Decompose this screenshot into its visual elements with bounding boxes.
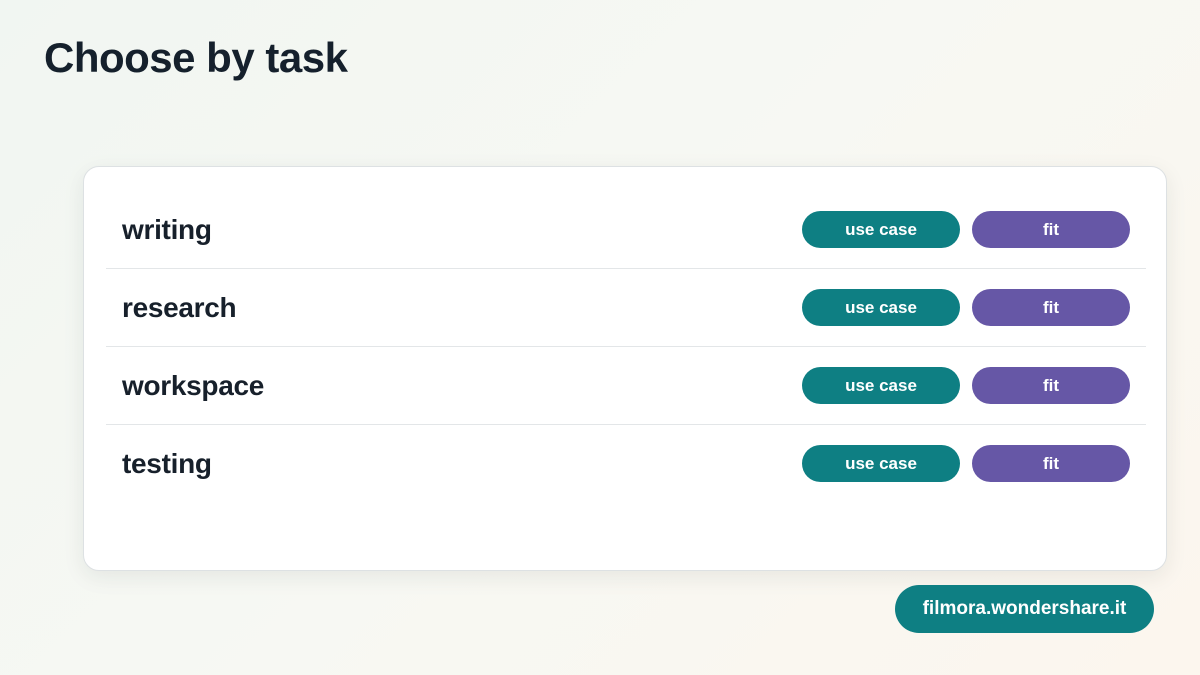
task-chips: use case fit xyxy=(802,445,1130,482)
site-badge: filmora.wondershare.it xyxy=(895,585,1154,633)
page-title: Choose by task xyxy=(44,34,348,81)
task-chips: use case fit xyxy=(802,367,1130,404)
fit-button[interactable]: fit xyxy=(972,445,1130,482)
task-row-writing: writing use case fit xyxy=(106,191,1146,269)
task-name: writing xyxy=(122,213,212,245)
fit-button[interactable]: fit xyxy=(972,367,1130,404)
task-name: workspace xyxy=(122,369,265,401)
use-case-button[interactable]: use case xyxy=(802,367,960,404)
task-name: testing xyxy=(122,447,212,479)
task-card: writing use case fit research use case f… xyxy=(83,166,1167,571)
fit-button[interactable]: fit xyxy=(972,211,1130,248)
task-name: research xyxy=(122,291,237,323)
task-row-testing: testing use case fit xyxy=(106,425,1146,502)
use-case-button[interactable]: use case xyxy=(802,445,960,482)
task-chips: use case fit xyxy=(802,211,1130,248)
use-case-button[interactable]: use case xyxy=(802,211,960,248)
fit-button[interactable]: fit xyxy=(972,289,1130,326)
task-row-workspace: workspace use case fit xyxy=(106,347,1146,425)
task-chips: use case fit xyxy=(802,289,1130,326)
use-case-button[interactable]: use case xyxy=(802,289,960,326)
task-row-research: research use case fit xyxy=(106,269,1146,347)
task-list: writing use case fit research use case f… xyxy=(106,191,1146,502)
